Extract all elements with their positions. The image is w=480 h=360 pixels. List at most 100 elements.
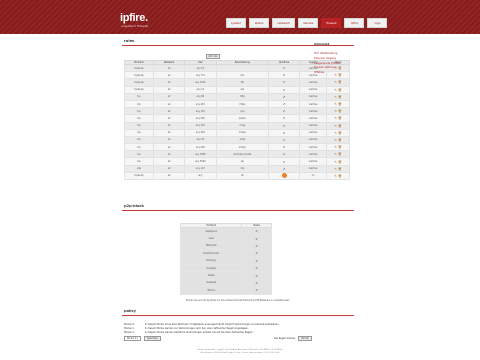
delete-icon[interactable]: 🗑 — [338, 160, 342, 164]
action-cell: ✎ 🗑 — [325, 143, 351, 152]
checkmark-icon[interactable]: ✔ — [255, 281, 258, 285]
main-nav: system status netzwerk dienste firewall ipfir… — [226, 18, 388, 28]
delete-icon[interactable]: 🗑 — [338, 109, 342, 113]
back-button[interactable]: Zurück — [298, 336, 312, 341]
table-cell: all — [152, 63, 186, 73]
checkmark-icon: ✔ — [282, 73, 286, 78]
checkmark-icon: ✔ — [282, 80, 286, 85]
protocol-name: Gnutella — [179, 263, 243, 273]
checkmark-icon: ✔ — [282, 102, 286, 107]
mode-text: In diesem Modus werden nur Verbindungen … — [144, 327, 249, 330]
checkmark-icon[interactable]: ✔ — [255, 288, 258, 292]
table-cell: tcp&udp — [124, 71, 154, 80]
checkmark-icon[interactable]: ✔ — [255, 229, 258, 233]
checkmark-icon: ✔ — [282, 66, 286, 71]
checkmark-icon: ✔ — [282, 152, 286, 157]
table-cell: all — [152, 157, 186, 166]
checkmark-icon[interactable]: ✔ — [255, 237, 258, 241]
sidebar-link[interactable]: IPTables — [314, 71, 364, 76]
policy-cell: ✔ — [268, 85, 301, 94]
policy-cell: ✔ — [268, 63, 301, 73]
delete-icon[interactable]: 🗑 — [338, 80, 342, 84]
table-cell: any 12 — [184, 85, 217, 94]
ipfire-logo[interactable]: ipfire. — [120, 12, 148, 24]
table-cell: all — [152, 107, 186, 116]
protocol-name: Winmx — [179, 286, 243, 295]
status-cell: ✔ — [241, 249, 272, 258]
table-cell: https — [215, 99, 270, 109]
policy-cell: ✔ — [268, 135, 301, 145]
tab-netzwerk[interactable]: netzwerk — [272, 18, 295, 28]
delete-icon[interactable]: 🗑 — [338, 174, 342, 178]
policy-cell: ✔ — [268, 164, 301, 173]
action-cell: ✎ 🗑 — [325, 107, 351, 116]
checkmark-icon[interactable]: ✔ — [255, 244, 258, 248]
save-policy-button[interactable]: Speichern — [144, 336, 161, 341]
action-cell: ✎ 🗑 — [325, 92, 351, 101]
tab-status[interactable]: status — [249, 18, 270, 28]
disabled-icon[interactable] — [281, 172, 287, 178]
tab-logs[interactable]: logs — [367, 18, 388, 28]
action-cell: ✎ 🗑 — [325, 114, 351, 123]
checkmark-icon[interactable]: ✔ — [255, 274, 258, 278]
delete-icon[interactable]: 🗑 — [338, 124, 342, 128]
footer-line: Betriebszeit: 00:00:00 up 0 days, 0 min,… — [200, 352, 280, 354]
table-cell: all — [152, 150, 186, 159]
mode-label: Modus 0: — [124, 323, 135, 326]
table-cell: all — [152, 135, 186, 145]
policy-cell: ✔ — [268, 107, 301, 116]
delete-icon[interactable]: 🗑 — [338, 138, 342, 142]
table-cell: tcp — [124, 121, 154, 130]
table-cell: imaps — [215, 128, 270, 137]
table-cell: all — [152, 78, 186, 87]
sidebar-links: Port Weiterleitung Externer Zugang Ausgehe… — [314, 52, 364, 76]
logging-cell: inactive — [299, 78, 327, 87]
tab-ipfire[interactable]: ipfire — [344, 18, 365, 28]
policy-cell: ✔ — [268, 128, 301, 137]
delete-icon[interactable]: 🗑 — [338, 167, 342, 171]
status-cell: ✔ — [241, 226, 272, 236]
table-row: Edonkey ✔ — [179, 256, 272, 265]
checkmark-icon[interactable]: ✔ — [255, 266, 258, 270]
status-cell: ✔ — [241, 271, 272, 280]
mode-text: In diesem Modus ist es allen Rechnern im… — [144, 323, 280, 326]
table-cell — [215, 63, 270, 73]
policy-select[interactable]: Modus 0 ▾ — [124, 336, 142, 341]
table-cell: tcp — [124, 150, 154, 159]
table-cell: tcp&udp — [124, 171, 154, 181]
tab-firewall[interactable]: firewall — [321, 18, 342, 28]
delete-icon[interactable]: 🗑 — [338, 102, 342, 106]
policy-mode-2: Modus 2: In diesem Modus werden sämtlich… — [124, 331, 253, 334]
table-cell: any 25 — [184, 135, 217, 145]
rules-title: rules — [124, 39, 135, 43]
delete-icon[interactable]: 🗑 — [338, 131, 342, 135]
policy-cell: ✔ — [268, 71, 301, 80]
action-cell: ✎ 🗑 — [325, 135, 351, 145]
p2p-divider — [122, 210, 354, 211]
policy-title: policy — [124, 309, 136, 313]
delete-icon[interactable]: 🗑 — [338, 95, 342, 99]
tab-dienste[interactable]: dienste — [297, 18, 319, 28]
sidebar-title: Administ. — [314, 42, 331, 46]
logging-cell: inactive — [299, 135, 327, 145]
table-cell: all — [152, 128, 186, 137]
delete-icon[interactable]: 🗑 — [338, 145, 342, 149]
table-cell: any 123 — [184, 164, 217, 173]
table-cell: tcp — [124, 99, 154, 109]
table-cell: any 1024 — [184, 78, 217, 87]
policy-cell: ✔ — [268, 150, 301, 159]
delete-icon[interactable]: 🗑 — [338, 88, 342, 92]
delete-icon[interactable]: 🗑 — [338, 116, 342, 120]
table-cell: any 77a — [184, 71, 217, 80]
logging-cell: inactive — [299, 121, 327, 130]
checkmark-icon[interactable]: ✔ — [255, 251, 258, 255]
logging-cell: on — [299, 171, 327, 181]
checkmark-icon[interactable]: ✔ — [255, 259, 258, 263]
table-cell: tcp&udp — [124, 78, 154, 87]
checkmark-icon: ✔ — [282, 116, 286, 121]
tab-system[interactable]: system — [226, 18, 247, 28]
add-rule-button[interactable]: Add rule — [206, 54, 220, 59]
table-cell: all — [152, 85, 186, 94]
delete-icon[interactable]: 🗑 — [338, 152, 342, 156]
table-cell: all — [152, 114, 186, 123]
